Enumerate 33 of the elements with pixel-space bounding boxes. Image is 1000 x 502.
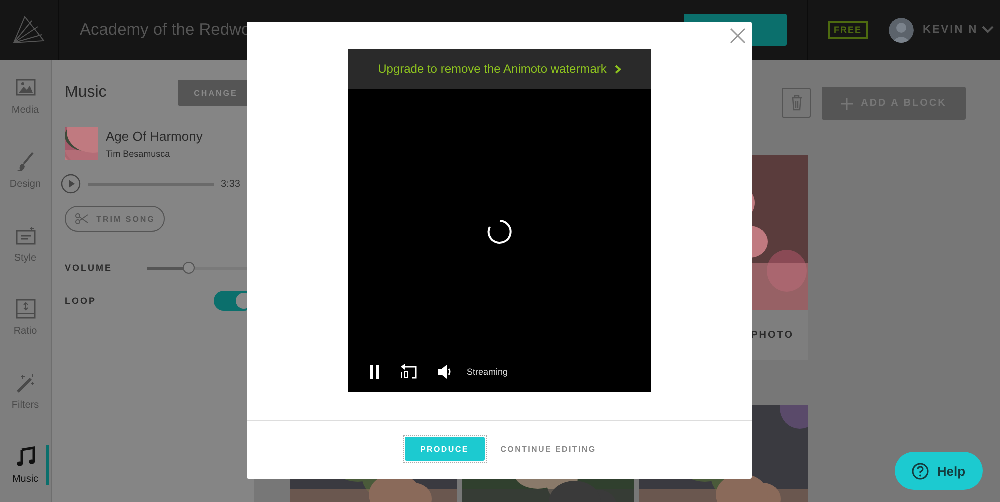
question-icon bbox=[912, 462, 930, 480]
close-icon bbox=[730, 28, 746, 44]
user-menu[interactable]: KEVIN N bbox=[923, 24, 994, 36]
chevron-down-icon bbox=[982, 26, 994, 34]
produce-button[interactable]: PRODUCE bbox=[402, 435, 487, 463]
help-button[interactable]: Help bbox=[895, 452, 983, 490]
close-button[interactable] bbox=[730, 28, 746, 44]
rewind-ten-icon[interactable] bbox=[400, 364, 418, 380]
sidebar-item[interactable]: Music bbox=[0, 428, 51, 502]
panel-title: Music bbox=[65, 84, 107, 102]
plus-icon bbox=[841, 98, 854, 110]
block-type-label: PHOTO bbox=[751, 330, 794, 340]
scissors-icon bbox=[74, 213, 89, 225]
logo-icon bbox=[12, 15, 46, 45]
volume-label: VOLUME bbox=[65, 263, 113, 273]
artist-name: Tim Besamusca bbox=[106, 148, 172, 158]
stream-status: Streaming bbox=[467, 367, 508, 377]
upgrade-banner[interactable]: Upgrade to remove the Animoto watermark bbox=[348, 49, 651, 89]
text-style-icon bbox=[14, 224, 36, 247]
trash-icon bbox=[790, 95, 802, 111]
loop-label: LOOP bbox=[65, 296, 97, 306]
magic-wand-icon bbox=[14, 372, 36, 394]
avatar-icon[interactable] bbox=[889, 18, 914, 42]
song-title: Age Of Harmony bbox=[106, 128, 203, 144]
ratio-icon bbox=[14, 298, 36, 320]
play-icon[interactable] bbox=[61, 174, 81, 194]
music-note-icon bbox=[14, 446, 36, 468]
song-duration: 3:33 bbox=[221, 178, 240, 190]
continue-editing-button[interactable]: CONTINUE EDITING bbox=[500, 444, 596, 454]
chevron-right-icon bbox=[614, 64, 621, 74]
loading-spinner-icon bbox=[486, 218, 512, 244]
pause-icon[interactable] bbox=[369, 365, 381, 379]
plan-badge: FREE bbox=[828, 21, 868, 39]
